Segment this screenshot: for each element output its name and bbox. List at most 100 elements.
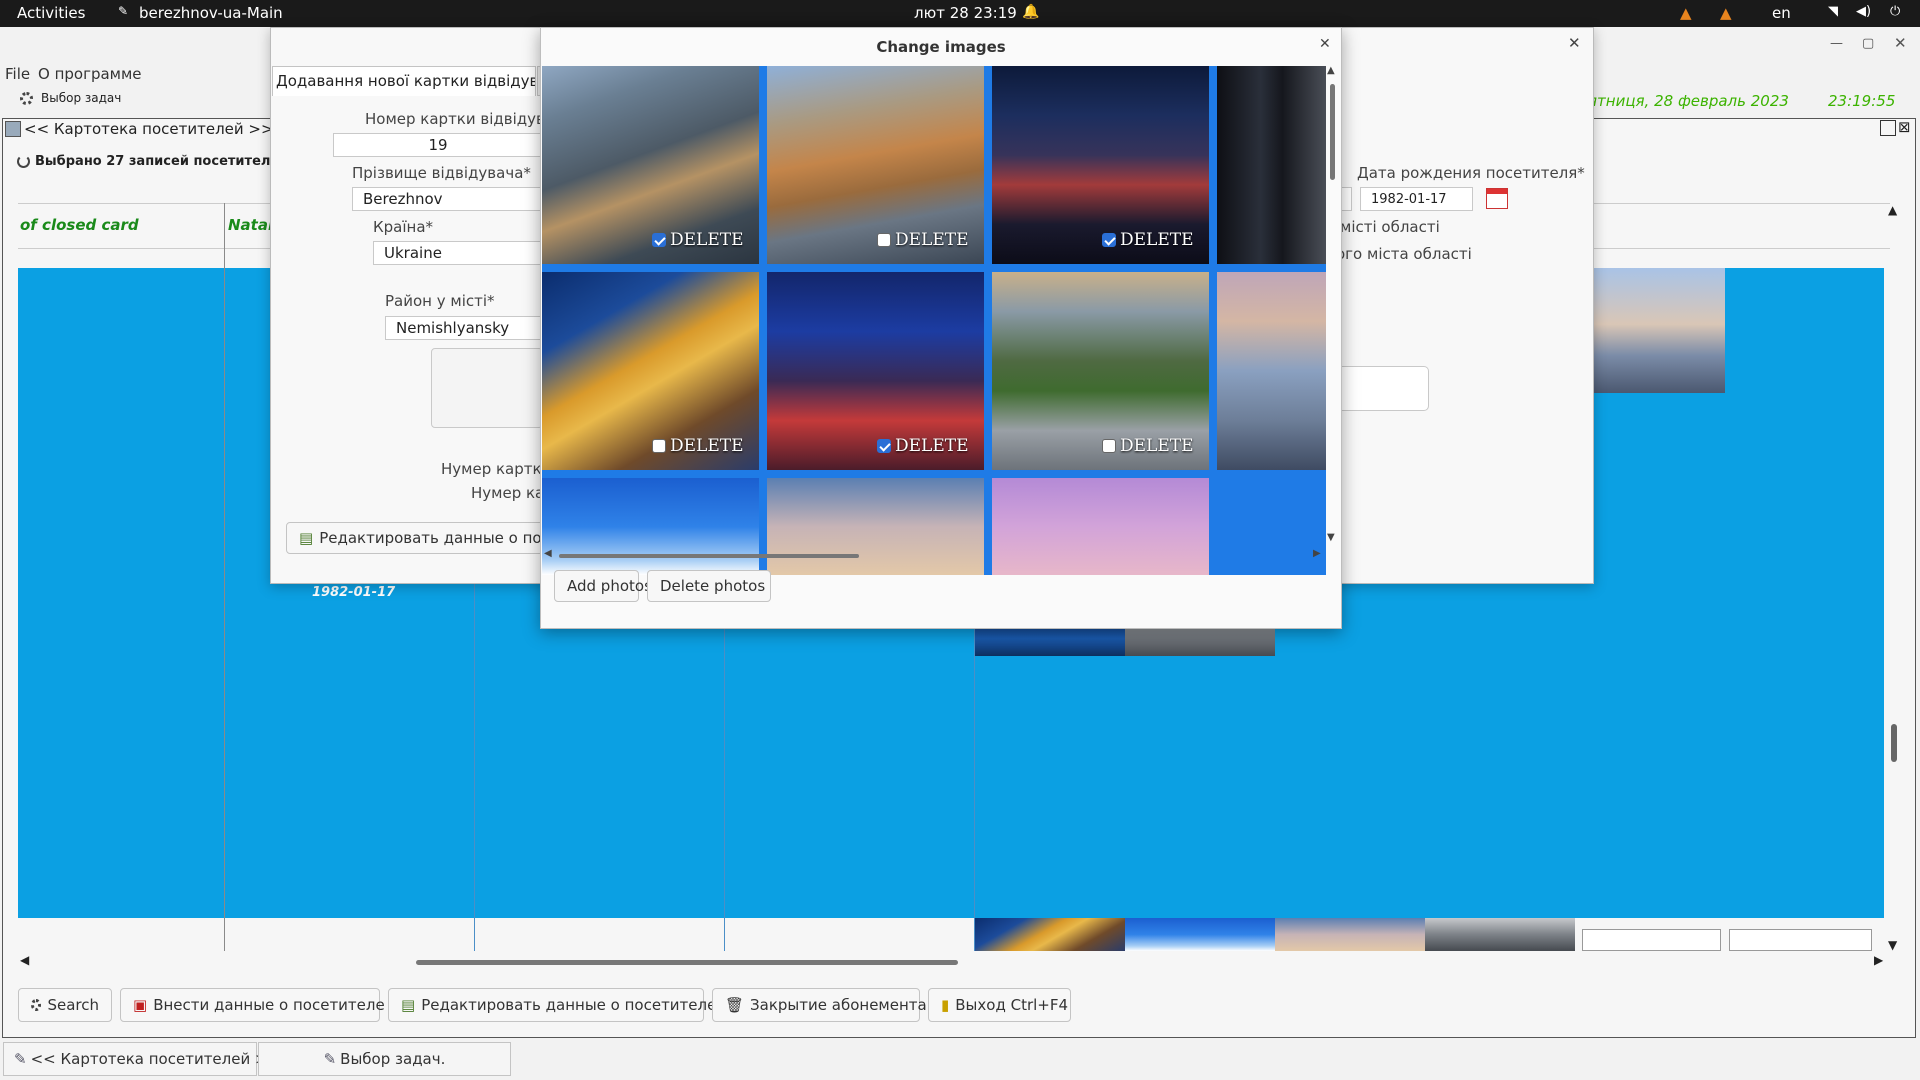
image-tile[interactable] — [542, 478, 759, 575]
form-edit-button[interactable]: ▤ Редактировать данные о посе — [286, 522, 544, 554]
tasks-toolbar-button[interactable]: Выбор задач — [20, 91, 121, 105]
app-name[interactable]: berezhnov-ua-Main — [139, 4, 283, 22]
dialog-scroll-down-icon[interactable]: ▼ — [1327, 532, 1335, 543]
checkbox-checked-icon — [652, 233, 666, 247]
record-photo[interactable] — [1275, 918, 1425, 951]
menu-about[interactable]: О программе — [38, 65, 142, 83]
close-subscription-label: Закрытие абонемента — [750, 996, 927, 1014]
birthdate-field[interactable]: 1982-01-17 — [1360, 187, 1473, 211]
status-time: 23:19:55 — [1828, 92, 1896, 110]
inner-close-icon[interactable]: ⊠ — [1898, 118, 1911, 136]
calendar-icon[interactable] — [1486, 188, 1508, 209]
selected-info: Выбрано 27 записей посетителей — [17, 154, 288, 169]
delete-checkbox[interactable]: DELETE — [1102, 436, 1194, 456]
edit-document-icon: ▤ — [299, 529, 314, 547]
record-photo[interactable] — [975, 918, 1125, 951]
image-tile[interactable]: DELETE — [767, 66, 984, 264]
tasks-toolbar-label: Выбор задач — [41, 91, 122, 105]
region-city-2-label: ого міста області — [1336, 245, 1472, 263]
add-visitor-button[interactable]: ▣ Внести данные о посетителе — [120, 988, 385, 1022]
record-photo[interactable] — [1594, 268, 1725, 393]
record-cell — [1729, 929, 1872, 951]
vlc-cone-icon[interactable]: ▲ — [1680, 4, 1692, 22]
image-tile[interactable] — [1217, 272, 1326, 470]
scroll-up-icon[interactable]: ▲ — [1888, 203, 1897, 217]
country-field[interactable]: Ukraine — [373, 241, 543, 265]
dialog-vscroll-thumb[interactable] — [1330, 84, 1335, 180]
scroll-left-icon[interactable]: ◀ — [20, 953, 29, 967]
form-close-icon[interactable]: ✕ — [1568, 34, 1581, 52]
exit-label: Выход Ctrl+F4 — [955, 996, 1069, 1014]
record-photo[interactable] — [1125, 918, 1275, 951]
image-tile[interactable]: DELETE — [992, 272, 1209, 470]
column-header-name[interactable]: Natal — [228, 216, 273, 234]
gear-icon — [20, 91, 33, 105]
card-number-field[interactable]: 19 — [333, 133, 543, 157]
volume-icon[interactable]: ◀) — [1856, 4, 1871, 19]
delete-checkbox[interactable]: DELETE — [877, 230, 969, 250]
dialog-scroll-right-icon[interactable]: ▶ — [1313, 548, 1321, 559]
exit-door-icon: ▮ — [941, 996, 950, 1014]
surname-field[interactable]: Berezhnov — [352, 187, 544, 211]
image-tile[interactable]: DELETE — [542, 66, 759, 264]
photo-placeholder[interactable] — [431, 348, 543, 428]
checkbox-unchecked-icon — [1102, 439, 1116, 453]
birthdate-label: Дата рождения посетителя* — [1357, 164, 1585, 182]
image-tile[interactable] — [992, 478, 1209, 575]
image-tile[interactable] — [1217, 66, 1326, 264]
delete-checkbox[interactable]: DELETE — [877, 436, 969, 456]
image-tile[interactable]: DELETE — [992, 66, 1209, 264]
record-cell — [1582, 929, 1721, 951]
delete-photos-button[interactable]: Delete photos — [647, 570, 771, 602]
add-photos-button[interactable]: Add photos — [554, 570, 652, 602]
spinner-icon — [17, 155, 30, 168]
notification-bell-icon[interactable]: 🔔 — [1022, 4, 1039, 20]
inner-maximize-icon[interactable] — [1880, 120, 1896, 136]
horizontal-scrollbar-thumb[interactable] — [416, 960, 958, 965]
text-area[interactable] — [1336, 366, 1429, 411]
activities-button[interactable]: Activities — [17, 4, 85, 22]
scroll-right-icon[interactable]: ▶ — [1874, 953, 1883, 967]
dialog-hscroll-thumb[interactable] — [559, 554, 859, 558]
taskbar-item-visitors[interactable]: ✎ << Картотека посетителей >> — [3, 1042, 280, 1076]
close-icon[interactable]: ✕ — [1894, 34, 1907, 52]
delete-checkbox[interactable]: DELETE — [1102, 230, 1194, 250]
birthdate-cell: 1982-01-17 — [312, 585, 396, 600]
record-photo[interactable] — [1425, 918, 1575, 951]
vlc-cone-icon-2[interactable]: ▲ — [1720, 4, 1732, 22]
checkbox-checked-icon — [877, 439, 891, 453]
app-icon: ✎ — [14, 1050, 27, 1068]
dialog-scroll-left-icon[interactable]: ◀ — [544, 548, 552, 559]
language-indicator[interactable]: en — [1772, 4, 1791, 22]
dialog-close-icon[interactable]: ✕ — [1319, 36, 1331, 52]
edit-visitor-button[interactable]: ▤ Редактировать данные о посетителе — [388, 988, 716, 1022]
delete-checkbox[interactable]: DELETE — [652, 436, 744, 456]
vertical-scrollbar-thumb[interactable] — [1891, 724, 1897, 762]
image-tile[interactable]: DELETE — [767, 272, 984, 470]
district-field[interactable]: Nemishlyansky — [385, 316, 543, 340]
status-date: ятниця, 28 февраль 2023 — [1588, 92, 1789, 110]
minimize-icon[interactable]: — — [1830, 36, 1843, 51]
checkbox-unchecked-icon — [877, 233, 891, 247]
search-button[interactable]: Search — [18, 988, 112, 1022]
delete-checkbox[interactable]: DELETE — [652, 230, 744, 250]
scroll-down-icon[interactable]: ▼ — [1888, 938, 1897, 952]
form-tab[interactable]: Додавання нової картки відвідувача — [272, 66, 536, 96]
maximize-icon[interactable]: ▢ — [1862, 36, 1874, 51]
close-subscription-button[interactable]: 🗑 Закрытие абонемента — [712, 988, 927, 1022]
dialog-scroll-up-icon[interactable]: ▲ — [1327, 65, 1335, 76]
column-header-closed-card[interactable]: of closed card — [20, 216, 139, 234]
image-tile[interactable] — [767, 478, 984, 575]
taskbar-item-tasks[interactable]: ✎ Выбор задач. — [258, 1042, 511, 1076]
exit-button[interactable]: ▮ Выход Ctrl+F4 — [928, 988, 1071, 1022]
wifi-icon[interactable]: ◥ — [1828, 4, 1838, 19]
menu-file[interactable]: File — [5, 65, 30, 83]
power-icon[interactable]: ⏻ — [1890, 4, 1900, 19]
inner-window-title: << Картотека посетителей >> — [24, 120, 274, 138]
grid-line — [224, 203, 225, 951]
district-label: Район у місті* — [385, 292, 495, 310]
surname-label: Прізвище відвідувача* — [352, 164, 531, 182]
clock[interactable]: лют 28 23:19 — [914, 4, 1017, 22]
image-tile[interactable]: DELETE — [542, 272, 759, 470]
taskbar-item-tasks-label: Выбор задач. — [340, 1050, 446, 1068]
